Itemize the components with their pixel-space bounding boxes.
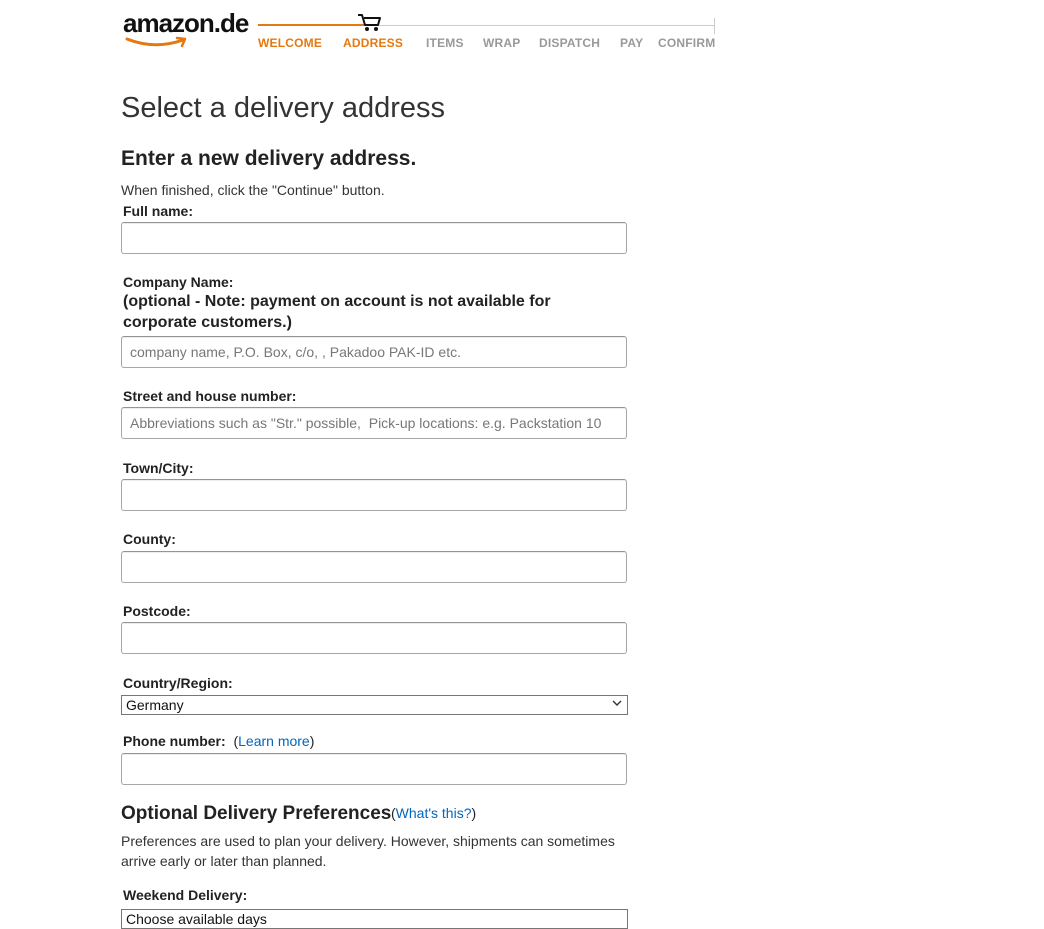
- phone-label-row: Phone number: (Learn more): [123, 733, 315, 749]
- company-label: Company Name:: [123, 274, 234, 290]
- country-select[interactable]: Germany: [121, 695, 628, 715]
- county-label: County:: [123, 531, 176, 547]
- step-pay: PAY: [620, 36, 644, 50]
- page-title: Select a delivery address: [121, 92, 445, 124]
- street-input[interactable]: [121, 407, 627, 439]
- progress-line-remaining: [370, 25, 714, 26]
- company-input[interactable]: [121, 336, 627, 368]
- weekend-delivery-label: Weekend Delivery:: [123, 887, 248, 903]
- country-label: Country/Region:: [123, 675, 233, 691]
- phone-label: Phone number:: [123, 733, 226, 749]
- phone-input[interactable]: [121, 753, 627, 785]
- town-input[interactable]: [121, 479, 627, 511]
- street-label: Street and house number:: [123, 388, 297, 404]
- delivery-preferences-description: Preferences are used to plan your delive…: [121, 833, 615, 869]
- amazon-logo[interactable]: amazon.de: [123, 8, 249, 48]
- postcode-input[interactable]: [121, 622, 627, 654]
- smile-arrow-icon: [125, 36, 187, 48]
- progress-line-end: [714, 18, 715, 34]
- town-label: Town/City:: [123, 460, 194, 476]
- checkout-header: amazon.de WELCOME ADDRESS ITEMS WRAP DIS…: [0, 0, 1044, 60]
- full-name-input[interactable]: [121, 222, 627, 254]
- delivery-preferences-title: Optional Delivery Preferences: [121, 803, 392, 824]
- step-address: ADDRESS: [343, 36, 404, 50]
- step-welcome: WELCOME: [258, 36, 323, 50]
- progress-line-complete: [258, 24, 370, 26]
- county-input[interactable]: [121, 551, 627, 583]
- postcode-label: Postcode:: [123, 603, 191, 619]
- step-items: ITEMS: [426, 36, 464, 50]
- weekend-delivery-select[interactable]: Choose available days: [121, 909, 628, 929]
- instruction-text: When finished, click the "Continue" butt…: [121, 182, 385, 198]
- step-dispatch: DISPATCH: [539, 36, 601, 50]
- learn-more-link[interactable]: Learn more: [238, 733, 310, 749]
- whats-this-row: (What's this?): [391, 805, 477, 821]
- country-selected-value: Germany: [126, 697, 184, 713]
- company-note: (optional - Note: payment on account is …: [123, 293, 551, 331]
- step-confirm: CONFIRM: [658, 36, 716, 50]
- weekend-selected-value: Choose available days: [126, 911, 267, 927]
- chevron-down-icon: [612, 700, 622, 706]
- whats-this-link[interactable]: What's this?: [396, 805, 472, 821]
- section-title: Enter a new delivery address.: [121, 147, 417, 170]
- step-wrap: WRAP: [483, 36, 521, 50]
- logo-text: amazon.de: [123, 8, 249, 38]
- cart-icon: [358, 14, 381, 31]
- full-name-label: Full name:: [123, 203, 194, 219]
